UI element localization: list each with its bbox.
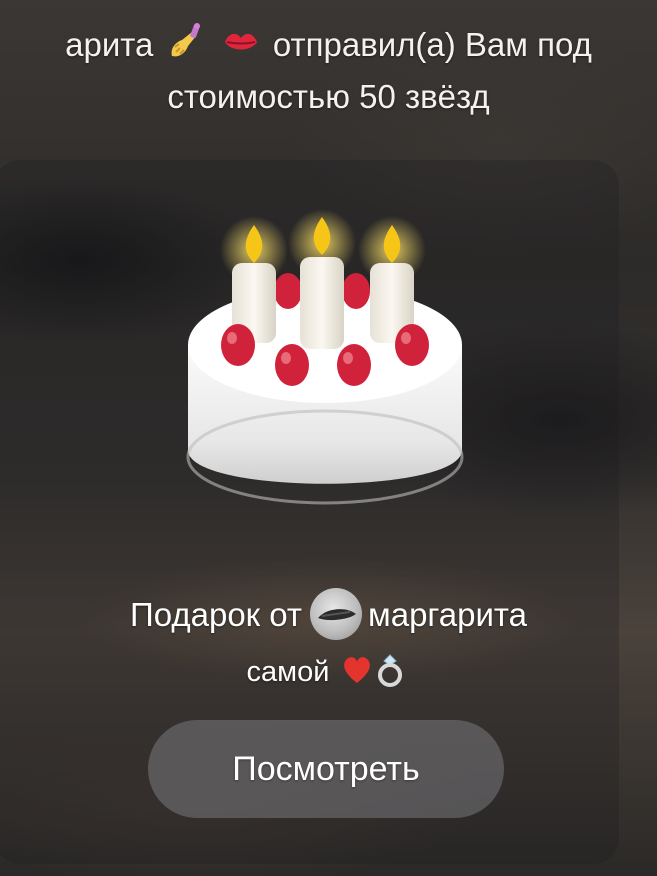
gift-note-text: самой	[246, 656, 330, 688]
view-gift-button[interactable]: Посмотреть	[148, 720, 504, 818]
ring-icon	[373, 653, 407, 700]
chat-background: арита отправил(а) Вам под стоимостью 50 …	[0, 0, 657, 876]
sender-avatar[interactable]	[310, 588, 363, 640]
service-message-line-2: стоимостью 50 звёзд	[167, 78, 490, 115]
gift-note-line: самой	[0, 650, 657, 700]
gift-sender-name[interactable]: маргарита	[368, 596, 527, 633]
gift-from-prefix: Подарок от	[130, 596, 303, 633]
birthday-cake-icon[interactable]	[180, 195, 470, 525]
service-message-line-1: арита отправил(а) Вам под	[0, 22, 657, 74]
sender-name-fragment: арита	[65, 26, 154, 63]
gift-action-text: отправил(а) Вам под	[272, 26, 592, 63]
red-heart-icon	[340, 653, 374, 700]
kiss-mark-icon	[221, 22, 261, 74]
gift-from-line: Подарок от маргарита	[0, 588, 657, 640]
gift-service-message: арита отправил(а) Вам под стоимостью 50 …	[0, 22, 657, 120]
nail-polish-icon	[166, 22, 206, 74]
